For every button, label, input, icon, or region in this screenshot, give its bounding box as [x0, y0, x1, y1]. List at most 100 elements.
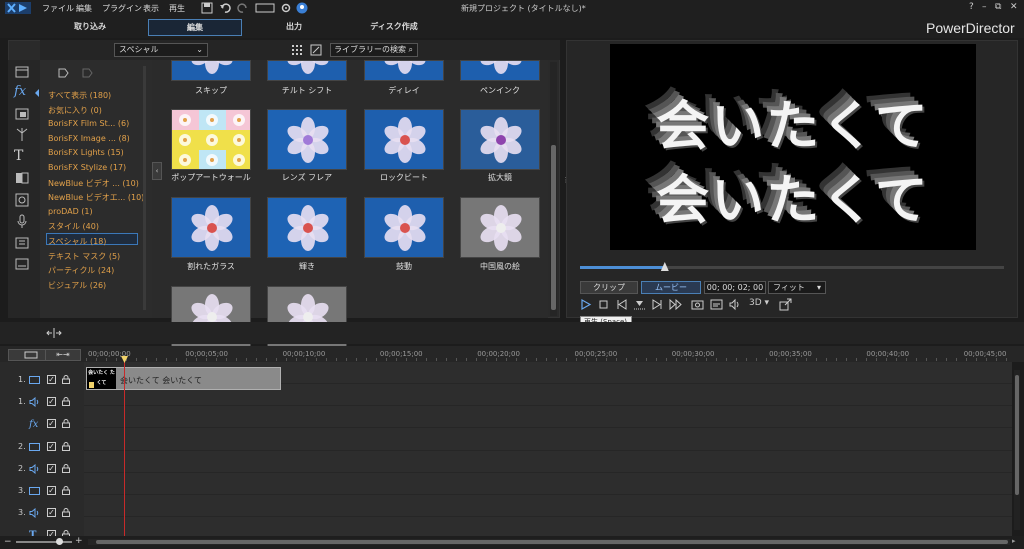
close-button[interactable]: ✕	[1010, 2, 1018, 12]
timeline-vertical-scroll-thumb[interactable]	[1015, 375, 1019, 495]
category-item[interactable]: お気に入り (0)	[48, 105, 102, 116]
tab-produce[interactable]: 出力	[254, 19, 334, 36]
track-lock-icon[interactable]	[62, 441, 70, 451]
category-item[interactable]: BorisFX Lights (15)	[48, 148, 124, 157]
mark-in-icon[interactable]	[633, 298, 646, 311]
chapter-room-icon[interactable]	[14, 235, 30, 251]
tab-disc-creation[interactable]: ディスク作成	[354, 19, 434, 36]
track-enable-checkbox[interactable]: ✓	[47, 375, 56, 384]
effect-thumbnail[interactable]	[364, 60, 444, 81]
effect-thumbnail[interactable]	[171, 60, 251, 81]
category-item[interactable]: BorisFX Stylize (17)	[48, 163, 126, 172]
menu-plugins[interactable]: プラグイン	[102, 3, 142, 14]
playhead[interactable]	[124, 356, 125, 536]
subtitle-toggle-icon[interactable]	[710, 298, 723, 311]
redo-icon[interactable]	[237, 2, 249, 14]
undock-preview-icon[interactable]	[779, 298, 792, 311]
zoom-in-icon[interactable]: +	[75, 536, 83, 546]
effect-thumbnail[interactable]	[364, 109, 444, 170]
category-item[interactable]: すべて表示 (180)	[48, 90, 111, 101]
splitter-handle[interactable]: ⋮	[562, 176, 569, 184]
timecode-display[interactable]: 00; 00; 02; 00	[704, 281, 766, 294]
transition-room-icon[interactable]	[14, 170, 30, 186]
title-room-icon[interactable]: T	[14, 148, 30, 164]
menu-file[interactable]: ファイル	[42, 3, 74, 14]
effect-thumbnail[interactable]	[460, 60, 540, 81]
tab-capture[interactable]: 取り込み	[50, 19, 130, 36]
effect-thumbnail[interactable]	[460, 197, 540, 258]
track-enable-checkbox[interactable]: ✓	[47, 508, 56, 518]
track-enable-checkbox[interactable]: ✓	[47, 419, 56, 429]
timeline-track[interactable]	[84, 406, 1012, 429]
track-enable-checkbox[interactable]: ✓	[47, 486, 56, 495]
add-favorite-tag-icon[interactable]	[56, 66, 70, 80]
next-frame-icon[interactable]	[651, 298, 664, 311]
track-enable-checkbox[interactable]: ✓	[47, 397, 56, 407]
category-item[interactable]: proDAD (1)	[48, 207, 93, 216]
category-item[interactable]: BorisFX Film St... (6)	[48, 119, 129, 128]
timeline-track[interactable]	[84, 451, 1012, 473]
timeline-scroll-thumb[interactable]	[96, 540, 1008, 544]
track-lock-icon[interactable]	[62, 419, 70, 429]
library-scroll-thumb[interactable]	[551, 145, 556, 310]
snapshot-camera-icon[interactable]	[691, 298, 704, 311]
track-lock-icon[interactable]	[62, 375, 70, 384]
save-icon[interactable]	[201, 2, 213, 14]
undo-icon[interactable]	[219, 2, 231, 14]
effect-thumbnail[interactable]	[267, 60, 347, 81]
effect-thumbnail[interactable]	[267, 197, 347, 258]
movie-mode-button[interactable]: ムービー	[641, 281, 701, 294]
category-item[interactable]: パーティクル (24)	[48, 265, 114, 276]
effect-thumbnail[interactable]	[171, 197, 251, 258]
fx-room-icon[interactable]: fx	[14, 84, 30, 100]
effect-thumbnail[interactable]	[460, 109, 540, 170]
track-lock-icon[interactable]	[62, 463, 70, 473]
zoom-fit-select[interactable]: フィット ▾	[768, 281, 826, 294]
previous-frame-icon[interactable]	[615, 298, 628, 311]
timeline-track[interactable]	[84, 495, 1012, 518]
help-button[interactable]: ?	[969, 2, 974, 12]
menu-edit[interactable]: 編集	[76, 3, 92, 14]
effect-thumbnail[interactable]	[171, 109, 251, 170]
3d-mode-button[interactable]: 3D ▾	[749, 298, 769, 308]
category-item[interactable]: NewBlue ビデオ ... (10)	[48, 178, 139, 189]
category-item[interactable]: NewBlue ビデオエ... (10)	[48, 192, 144, 203]
restore-button[interactable]: ⧉	[995, 2, 1001, 12]
media-room-icon[interactable]	[14, 64, 30, 80]
fit-timeline-icon[interactable]	[46, 327, 62, 339]
minimize-button[interactable]: –	[982, 2, 987, 12]
tab-edit[interactable]: 編集	[148, 19, 242, 36]
stop-icon[interactable]	[597, 298, 610, 311]
effect-thumbnail[interactable]	[364, 197, 444, 258]
clip-mode-button[interactable]: クリップ	[580, 281, 638, 294]
audio-mixing-room-icon[interactable]	[14, 192, 30, 208]
grid-view-icon[interactable]	[291, 44, 303, 56]
remove-tag-icon[interactable]	[80, 66, 94, 80]
fast-forward-icon[interactable]	[669, 298, 682, 311]
menu-view[interactable]: 表示	[143, 3, 159, 14]
scroll-right-icon[interactable]: ▸	[1012, 537, 1016, 545]
fit-to-window-button[interactable]: ⇤⇥	[45, 349, 81, 361]
settings-gear-icon[interactable]	[280, 2, 292, 14]
track-lock-icon[interactable]	[62, 508, 70, 518]
screen-ratio-icon[interactable]	[255, 2, 275, 14]
category-item[interactable]: テキスト マスク (5)	[48, 251, 120, 262]
track-lock-icon[interactable]	[62, 397, 70, 407]
zoom-out-icon[interactable]: −	[4, 537, 12, 547]
timeline-zoom-slider[interactable]	[16, 541, 72, 543]
effect-thumbnail[interactable]	[267, 109, 347, 170]
track-enable-checkbox[interactable]: ✓	[47, 463, 56, 473]
account-icon[interactable]	[296, 2, 308, 14]
menu-playback[interactable]: 再生	[169, 3, 185, 14]
category-item[interactable]: スペシャル (18)	[48, 236, 106, 247]
effect-category-dropdown[interactable]: スペシャル ⌄	[114, 43, 208, 57]
particle-room-icon[interactable]	[14, 127, 30, 143]
category-item[interactable]: スタイル (40)	[48, 221, 99, 232]
category-scrollbar[interactable]	[143, 66, 146, 310]
category-item[interactable]: ビジュアル (26)	[48, 280, 106, 291]
timeline-track[interactable]	[84, 473, 1012, 495]
library-search-input[interactable]: ライブラリーの検索 ⌕	[330, 43, 418, 57]
pip-room-icon[interactable]	[14, 106, 30, 122]
track-enable-checkbox[interactable]: ✓	[47, 441, 56, 451]
voiceover-room-icon[interactable]	[14, 213, 30, 229]
